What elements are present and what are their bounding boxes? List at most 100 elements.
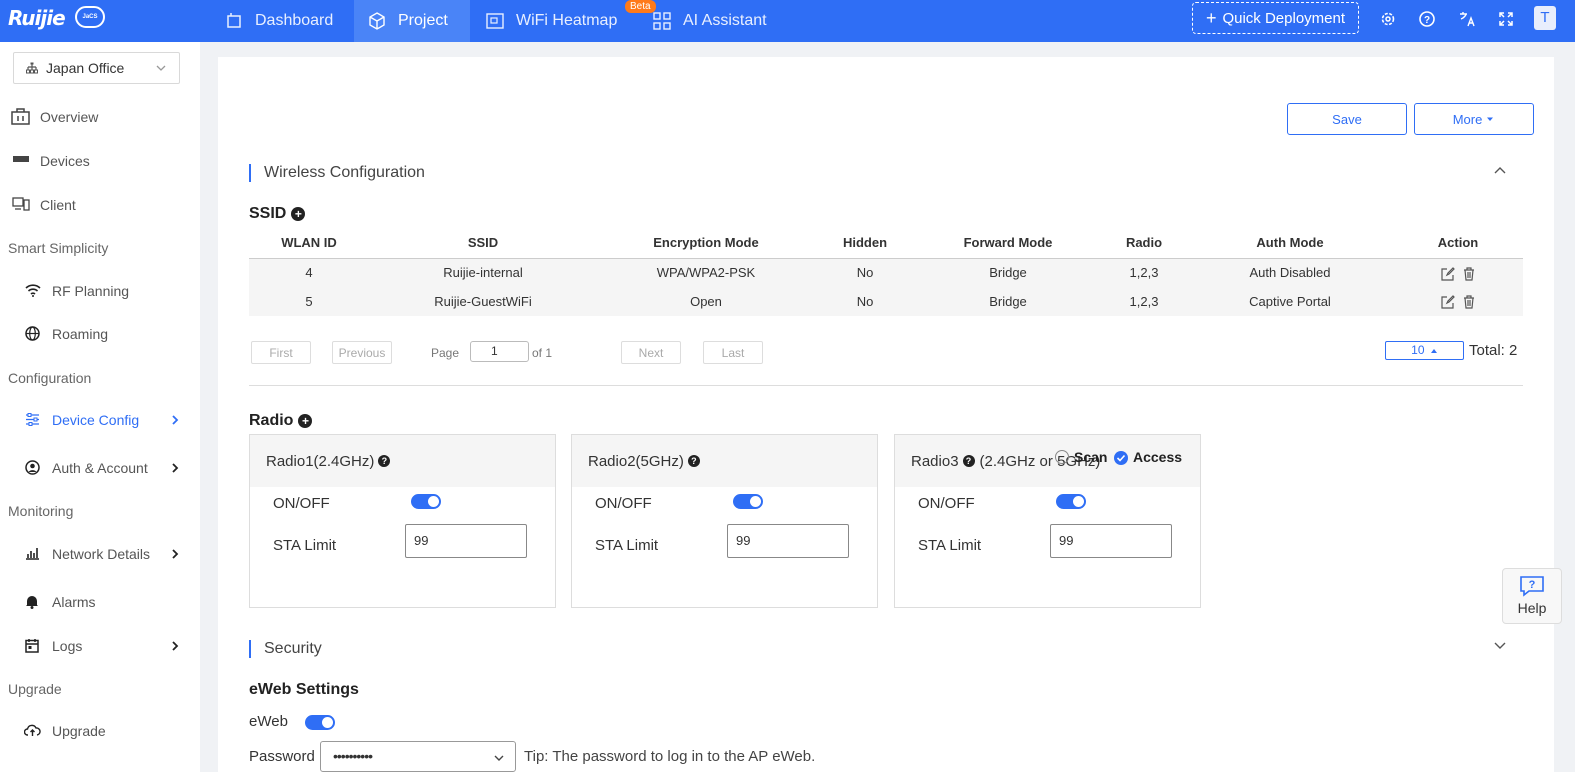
network-icon <box>26 62 38 74</box>
cell-hidden: No <box>815 287 915 316</box>
wireless-configuration-title: Wireless Configuration <box>264 164 425 181</box>
password-input[interactable]: •••••••••• <box>320 741 516 772</box>
quick-deployment-button[interactable]: + Quick Deployment <box>1192 2 1359 34</box>
edit-icon[interactable] <box>1441 266 1455 281</box>
brand-logo[interactable]: Ruijie <box>8 6 66 30</box>
sidebar-item-device-config[interactable]: Device Config <box>0 408 200 432</box>
globe-icon <box>25 326 40 341</box>
sidebar-item-client[interactable]: Client <box>0 193 200 217</box>
table-row[interactable]: 5 Ruijie-GuestWiFi Open No Bridge 1,2,3 … <box>249 287 1523 316</box>
access-label: Access <box>1133 449 1183 465</box>
nav-ai-assistant-label: AI Assistant <box>683 12 767 29</box>
site-selector[interactable]: Japan Office <box>13 52 180 84</box>
add-ssid-icon[interactable]: + <box>291 207 306 221</box>
nav-ai-assistant[interactable]: AI Assistant <box>653 0 803 42</box>
last-page-button[interactable]: Last <box>703 341 763 364</box>
cell-encryption: Open <box>597 287 815 316</box>
previous-page-button[interactable]: Previous <box>332 341 392 364</box>
nav-project[interactable]: Project <box>354 0 470 42</box>
cell-radio: 1,2,3 <box>1101 287 1187 316</box>
chevron-down-icon[interactable] <box>493 754 505 762</box>
col-encryption-mode: Encryption Mode <box>597 228 815 259</box>
radio2-sta-input[interactable]: 99 <box>727 524 849 558</box>
question-icon[interactable]: ? <box>687 455 700 467</box>
heatmap-icon <box>486 13 504 29</box>
language-icon[interactable] <box>1456 8 1478 30</box>
svg-text:?: ? <box>1529 579 1536 591</box>
help-button[interactable]: ? Help <box>1502 568 1562 624</box>
eweb-toggle[interactable] <box>305 715 335 730</box>
add-radio-icon[interactable]: + <box>298 414 313 428</box>
settings-gear-icon[interactable] <box>1377 8 1399 30</box>
radio1-sta-input[interactable]: 99 <box>405 524 527 558</box>
eweb-label: eWeb <box>249 713 288 730</box>
table-row[interactable]: 4 Ruijie-internal WPA/WPA2-PSK No Bridge… <box>249 258 1523 287</box>
cube-icon <box>369 12 385 30</box>
fullscreen-icon[interactable] <box>1495 8 1517 30</box>
site-selector-value: Japan Office <box>46 60 125 76</box>
sidebar-item-devices[interactable]: Devices <box>0 149 200 173</box>
cell-ssid: Ruijie-internal <box>369 258 597 287</box>
sidebar-item-auth-account[interactable]: Auth & Account <box>0 456 200 480</box>
sidebar-label-auth-account: Auth & Account <box>52 460 148 476</box>
delete-trash-icon[interactable] <box>1463 295 1475 309</box>
sidebar-item-logs[interactable]: Logs <box>0 634 200 658</box>
col-action: Action <box>1393 228 1523 259</box>
radio2-card-header: Radio2(5GHz)? <box>572 435 877 487</box>
scan-radio[interactable] <box>1055 450 1069 464</box>
radio2-name: Radio2(5GHz) <box>588 452 684 470</box>
chevron-down-icon[interactable] <box>1493 641 1507 651</box>
sidebar-item-roaming[interactable]: Roaming <box>0 322 200 346</box>
radio3-sta-input[interactable]: 99 <box>1050 524 1172 558</box>
first-page-button[interactable]: First <box>251 341 311 364</box>
help-circle-icon[interactable]: ? <box>1416 8 1438 30</box>
switch-device-icon <box>13 156 29 162</box>
sidebar-label-logs: Logs <box>52 638 83 654</box>
edit-icon[interactable] <box>1441 295 1455 309</box>
sidebar-item-overview[interactable]: Overview <box>0 105 200 129</box>
radio3-toggle[interactable] <box>1056 494 1086 509</box>
sidebar-item-network-details[interactable]: Network Details <box>0 542 200 566</box>
sidebar-section-monitoring: Monitoring <box>8 503 74 519</box>
col-forward-mode: Forward Mode <box>915 228 1101 259</box>
access-radio[interactable] <box>1114 451 1128 465</box>
grid-icon <box>653 12 671 30</box>
chevron-right-icon <box>172 641 179 651</box>
more-label: More <box>1452 111 1483 127</box>
user-avatar[interactable]: T <box>1534 6 1556 30</box>
radio3-sta-label: STA Limit <box>918 537 982 554</box>
client-monitor-icon <box>12 197 30 211</box>
sidebar-item-rf-planning[interactable]: RF Planning <box>0 279 200 303</box>
next-page-button[interactable]: Next <box>621 341 681 364</box>
nav-wifi-heatmap[interactable]: WiFi Heatmap <box>486 0 636 42</box>
beta-badge: Beta <box>625 0 656 13</box>
page-number-input[interactable]: 1 <box>470 341 529 362</box>
radio1-toggle[interactable] <box>411 494 441 509</box>
user-circle-icon <box>25 460 40 475</box>
cell-forward-mode: Bridge <box>915 258 1101 287</box>
question-icon[interactable]: ? <box>378 455 391 467</box>
help-chat-icon: ? <box>1520 576 1544 597</box>
sidebar-item-alarms[interactable]: Alarms <box>0 590 200 614</box>
sidebar-item-upgrade[interactable]: Upgrade <box>0 719 200 743</box>
save-button[interactable]: Save <box>1287 103 1407 135</box>
radio2-sta-label: STA Limit <box>595 537 659 554</box>
cell-action <box>1393 258 1523 287</box>
sidebar-label-upgrade: Upgrade <box>52 723 106 739</box>
nav-dashboard[interactable]: Dashboard <box>210 0 353 42</box>
cell-encryption: WPA/WPA2-PSK <box>597 258 815 287</box>
delete-trash-icon[interactable] <box>1463 266 1475 281</box>
page-size-value: 10 <box>1411 343 1425 357</box>
question-icon[interactable]: ? <box>962 455 975 467</box>
radio1-name: Radio1(2.4GHz) <box>266 452 375 470</box>
help-label: Help <box>1517 600 1547 616</box>
radio-title: Radio <box>249 412 294 429</box>
page-size-select[interactable]: 10 <box>1385 341 1464 360</box>
more-dropdown-button[interactable]: More <box>1414 103 1534 135</box>
chevron-right-icon <box>172 549 179 559</box>
scan-label: Scan <box>1074 449 1108 465</box>
chevron-up-icon[interactable] <box>1493 165 1507 175</box>
chevron-down-icon <box>156 65 166 71</box>
radio2-toggle[interactable] <box>733 494 763 509</box>
sliders-icon <box>26 413 39 426</box>
